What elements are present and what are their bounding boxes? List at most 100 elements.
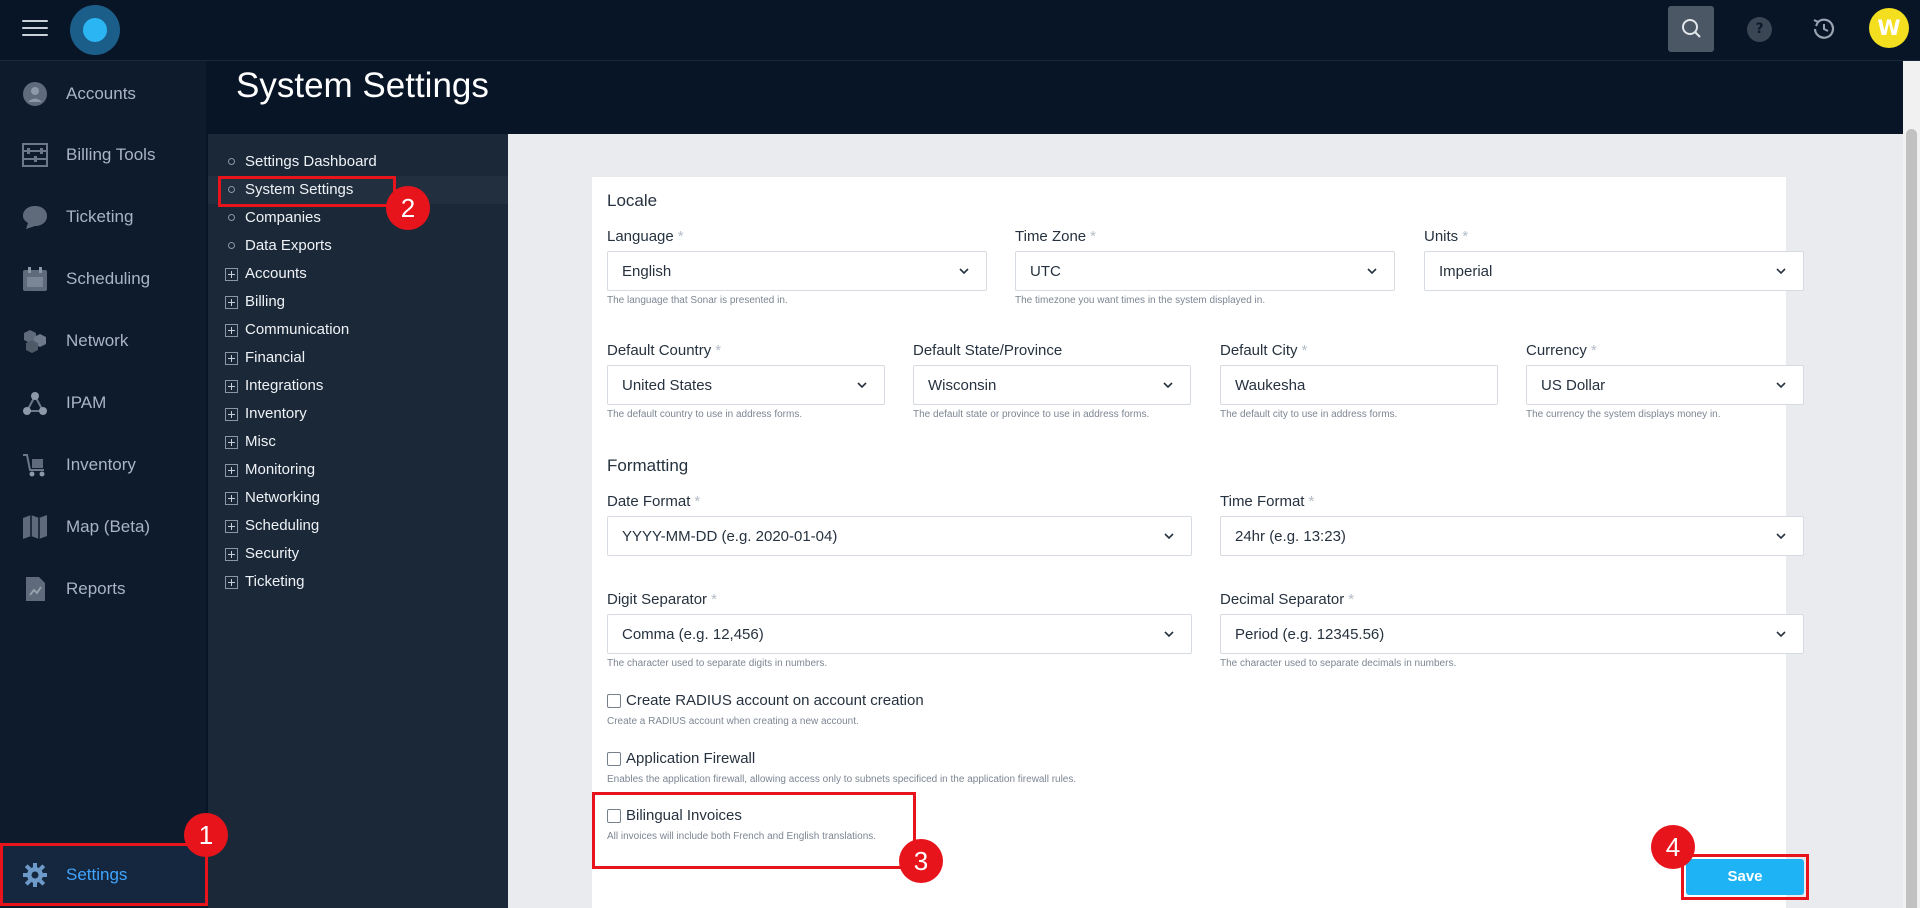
search-button[interactable] — [1668, 6, 1714, 52]
decimal-separator-select[interactable]: Period (e.g. 12345.56) — [1220, 614, 1804, 654]
expand-icon — [225, 436, 238, 449]
subnav-item-data-exports[interactable]: Data Exports — [208, 232, 508, 260]
date-format-select[interactable]: YYYY-MM-DD (e.g. 2020-01-04) — [607, 516, 1192, 556]
chevron-down-icon — [1163, 382, 1173, 389]
subnav-group-misc[interactable]: Misc — [208, 428, 508, 456]
formatting-section-title: Formatting — [607, 456, 689, 475]
country-select[interactable]: United States — [607, 365, 885, 405]
sidebar-item-label: IPAM — [66, 393, 107, 412]
expand-icon — [225, 576, 238, 589]
chat-bubble-icon — [23, 206, 47, 229]
step-badge-2: 2 — [386, 186, 430, 230]
radius-checkbox[interactable] — [607, 694, 621, 708]
radius-label[interactable]: Create RADIUS account on account creatio… — [626, 692, 924, 709]
step-badge-3: 3 — [899, 839, 943, 883]
chevron-down-icon — [1164, 533, 1174, 540]
report-icon — [26, 577, 45, 601]
chevron-down-icon — [1776, 533, 1786, 540]
time-format-select[interactable]: 24hr (e.g. 13:23) — [1220, 516, 1804, 556]
subnav-group-networking[interactable]: Networking — [208, 484, 508, 512]
locale-section-title: Locale — [607, 191, 658, 210]
sidebar-item-scheduling[interactable]: Scheduling — [0, 249, 206, 309]
subnav-group-security[interactable]: Security — [208, 540, 508, 568]
units-select[interactable]: Imperial — [1424, 251, 1804, 291]
sidebar-item-ipam[interactable]: IPAM — [0, 373, 206, 433]
subnav-group-scheduling[interactable]: Scheduling — [208, 512, 508, 540]
expand-icon — [225, 464, 238, 477]
subnav-group-ticketing[interactable]: Ticketing — [208, 568, 508, 596]
subnav-group-financial[interactable]: Financial — [208, 344, 508, 372]
sidebar-item-billing-tools[interactable]: Billing Tools — [0, 125, 206, 185]
sidebar-item-label: Scheduling — [66, 269, 151, 288]
subnav-group-accounts[interactable]: Accounts — [208, 260, 508, 288]
subnav-item-settings-dashboard[interactable]: Settings Dashboard — [208, 148, 508, 176]
ipam-icon — [23, 392, 47, 415]
language-select[interactable]: English — [607, 251, 987, 291]
sidebar-item-ticketing[interactable]: Ticketing — [0, 187, 206, 247]
firewall-help: Enables the application firewall, allowi… — [607, 774, 1077, 785]
subnav-group-communication[interactable]: Communication — [208, 316, 508, 344]
app-logo[interactable] — [70, 5, 120, 55]
firewall-label[interactable]: Application Firewall — [626, 750, 755, 767]
country-help: The default country to use in address fo… — [607, 409, 803, 420]
sidebar-item-inventory[interactable]: Inventory — [0, 435, 206, 495]
sidebar-item-map[interactable]: Map (Beta) — [0, 497, 206, 557]
sidebar-item-accounts[interactable]: Accounts — [0, 64, 206, 124]
subnav-group-integrations[interactable]: Integrations — [208, 372, 508, 400]
hamburger-icon[interactable] — [22, 20, 48, 40]
city-input[interactable]: Waukesha — [1220, 365, 1498, 405]
user-avatar[interactable]: W — [1869, 8, 1909, 48]
state-select[interactable]: Wisconsin — [913, 365, 1191, 405]
sidebar-item-label: Billing Tools — [66, 145, 156, 164]
firewall-checkbox[interactable] — [607, 752, 621, 766]
chevron-down-icon — [1776, 268, 1786, 275]
chevron-down-icon — [1164, 631, 1174, 638]
sidebar-item-label: Network — [66, 331, 129, 350]
subnav-item-companies[interactable]: Companies — [208, 204, 508, 232]
main-sidebar: Accounts Billing Tools Ticketing Schedul… — [0, 61, 206, 908]
currency-help: The currency the system displays money i… — [1526, 409, 1721, 420]
expand-icon — [225, 520, 238, 533]
top-bar: ? W — [0, 0, 1920, 61]
currency-select[interactable]: US Dollar — [1526, 365, 1804, 405]
expand-icon — [225, 380, 238, 393]
subnav-group-monitoring[interactable]: Monitoring — [208, 456, 508, 484]
language-help: The language that Sonar is presented in. — [607, 295, 788, 306]
units-label: Units * — [1424, 228, 1469, 245]
help-icon[interactable]: ? — [1747, 17, 1772, 42]
page-title: System Settings — [236, 66, 489, 105]
network-icon — [24, 330, 46, 353]
chevron-down-icon — [1367, 268, 1377, 275]
abacus-icon — [22, 143, 48, 167]
country-label: Default Country * — [607, 342, 722, 359]
sidebar-item-network[interactable]: Network — [0, 311, 206, 371]
chevron-down-icon — [1776, 631, 1786, 638]
chevron-down-icon — [959, 268, 969, 275]
sidebar-item-reports[interactable]: Reports — [0, 559, 206, 619]
chevron-down-icon — [857, 382, 867, 389]
digit-separator-select[interactable]: Comma (e.g. 12,456) — [607, 614, 1192, 654]
scrollbar-thumb[interactable] — [1906, 129, 1917, 908]
sidebar-item-label: Reports — [66, 579, 126, 598]
expand-icon — [225, 324, 238, 337]
expand-icon — [225, 352, 238, 365]
page-scrollbar[interactable] — [1903, 61, 1920, 908]
calendar-icon — [23, 267, 47, 291]
language-label: Language * — [607, 228, 684, 245]
subnav-group-billing[interactable]: Billing — [208, 288, 508, 316]
subnav-group-inventory[interactable]: Inventory — [208, 400, 508, 428]
expand-icon — [225, 268, 238, 281]
history-icon[interactable] — [1809, 14, 1839, 44]
expand-icon — [225, 548, 238, 561]
time-format-label: Time Format * — [1220, 493, 1315, 510]
highlight-bilingual-invoices — [592, 792, 916, 869]
settings-subnav: Settings Dashboard System Settings Compa… — [208, 134, 508, 908]
user-circle-icon — [23, 82, 47, 106]
city-help: The default city to use in address forms… — [1220, 409, 1398, 420]
sidebar-item-label: Ticketing — [66, 207, 134, 226]
bullet-icon — [228, 214, 235, 221]
timezone-label: Time Zone * — [1015, 228, 1096, 245]
state-label: Default State/Province — [913, 342, 1063, 359]
expand-icon — [225, 296, 238, 309]
timezone-select[interactable]: UTC — [1015, 251, 1395, 291]
